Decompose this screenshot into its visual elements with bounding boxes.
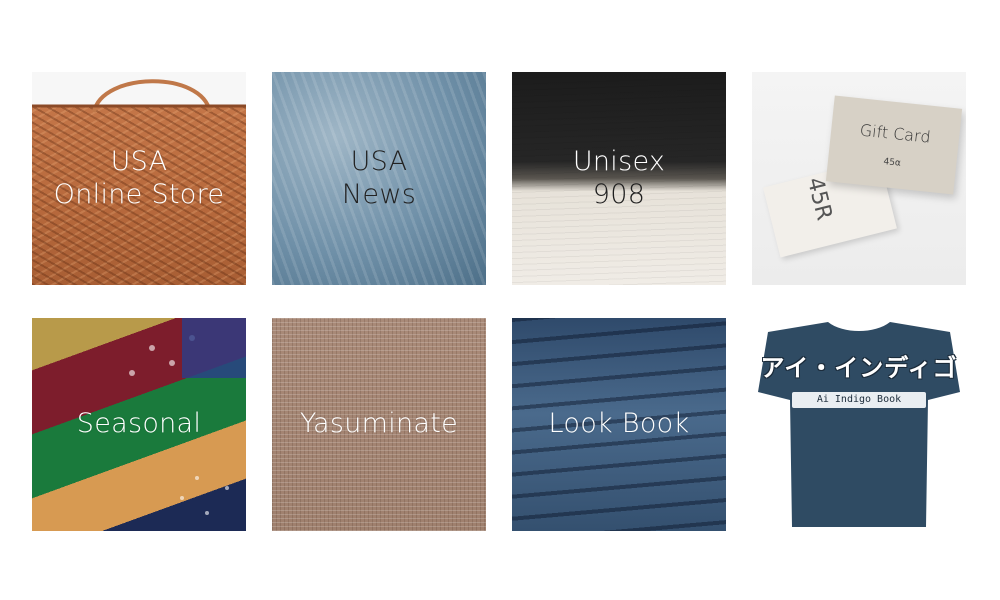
- tile-yasuminate[interactable]: Yasuminate: [272, 318, 486, 531]
- tile-ai-indigo-book[interactable]: アイ・インディゴ Ai Indigo Book α: [752, 318, 966, 531]
- gift-card-front: Gift Card 45α: [825, 95, 963, 195]
- tile-label-line-1: Seasonal: [76, 408, 202, 440]
- gift-card-back-code: 45R: [801, 174, 837, 223]
- tile-usa-online-store[interactable]: USA Online Store: [32, 72, 246, 285]
- tile-label: Yasuminate: [272, 318, 486, 531]
- tile-label: USA Online Store: [32, 72, 246, 285]
- tile-label-line-1: Yasuminate: [299, 408, 459, 440]
- tile-label: USA News: [272, 72, 486, 285]
- tile-look-book[interactable]: Look Book: [512, 318, 726, 531]
- tshirt-subtitle: Ai Indigo Book: [792, 392, 926, 408]
- gift-card-code: 45α: [882, 157, 902, 169]
- gift-card-title: Gift Card: [858, 120, 932, 147]
- tile-label: Seasonal: [32, 318, 246, 531]
- tile-seasonal[interactable]: Seasonal: [32, 318, 246, 531]
- tile-gift-card[interactable]: 45R Gift Card 45α: [752, 72, 966, 285]
- tile-label-line-1: USA: [350, 146, 408, 178]
- tile-label: Look Book: [512, 318, 726, 531]
- tile-unisex-908[interactable]: Unisex 908: [512, 72, 726, 285]
- tile-label-line-2: News: [341, 178, 417, 210]
- tile-label-line-1: USA: [110, 146, 168, 178]
- tshirt-title: アイ・インディゴ: [760, 354, 958, 382]
- category-grid: USA Online Store USA News Unisex 908 45R: [0, 0, 1000, 600]
- gift-card-image: 45R Gift Card 45α: [752, 72, 966, 285]
- tile-usa-news[interactable]: USA News: [272, 72, 486, 285]
- tile-label-line-1: Look Book: [548, 408, 690, 440]
- tile-label-line-1: Unisex: [572, 146, 666, 178]
- tile-label: Unisex 908: [512, 72, 726, 285]
- tshirt-image: アイ・インディゴ Ai Indigo Book α: [752, 318, 966, 531]
- tile-label-line-2: 908: [592, 178, 646, 210]
- tile-label-line-2: Online Store: [53, 178, 225, 210]
- alpha-logo-icon: α: [926, 503, 936, 519]
